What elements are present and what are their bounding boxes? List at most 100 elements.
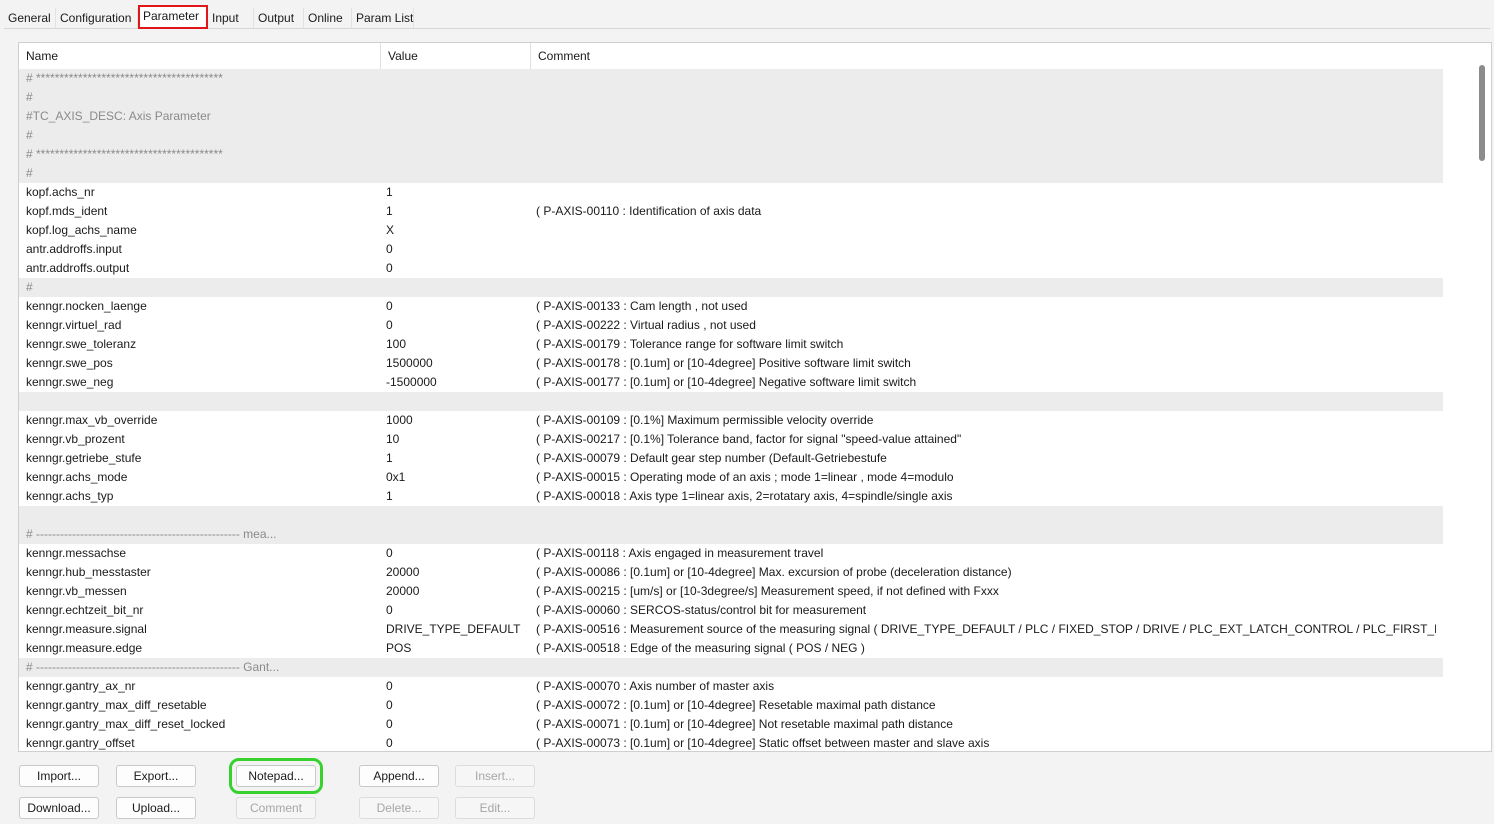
cell-name: #	[26, 166, 33, 180]
cell-name: antr.addroffs.input	[26, 242, 122, 256]
table-row[interactable]: kopf.achs_nr 1	[19, 183, 1443, 202]
edit-button[interactable]: Edit...	[455, 797, 535, 819]
column-header-comment[interactable]: Comment	[531, 43, 1443, 69]
cell-name: kenngr.achs_typ	[26, 489, 114, 503]
table-row[interactable]: kenngr.gantry_max_diff_resetable 0 ( P-AXI…	[19, 696, 1443, 715]
comment-button[interactable]: Comment	[236, 797, 316, 819]
table-row[interactable]: kenngr.getriebe_stufe 1 ( P-AXIS-00079 : D…	[19, 449, 1443, 468]
cell-name	[26, 392, 381, 411]
column-header-name[interactable]: Name	[19, 43, 381, 69]
cell-comment: ( P-AXIS-00217 : [0.1%] Tolerance band, …	[536, 432, 962, 446]
export-button[interactable]: Export...	[116, 765, 196, 787]
cell-comment	[536, 392, 1436, 411]
notepad-button[interactable]: Notepad...	[229, 758, 323, 794]
cell-name: kenngr.swe_neg	[26, 375, 114, 389]
table-row[interactable]: kenngr.nocken_laenge 0 ( P-AXIS-00133 : Ca…	[19, 297, 1443, 316]
scrollbar-thumb[interactable]	[1479, 65, 1485, 161]
cell-comment	[536, 183, 1436, 202]
cell-comment	[536, 259, 1436, 278]
cell-comment: ( P-AXIS-00086 : [0.1um] or [10-4degree]…	[536, 565, 1012, 579]
parameter-table[interactable]: Name Value Comment # *******************…	[18, 42, 1492, 752]
cell-comment: ( P-AXIS-00060 : SERCOS-status/control b…	[536, 603, 867, 617]
tab-input[interactable]: Input	[208, 8, 254, 28]
table-row[interactable]: kopf.mds_ident 1 ( P-AXIS-00110 : Identifi…	[19, 202, 1443, 221]
table-row[interactable]: kenngr.messachse 0 ( P-AXIS-00118 : Axis e…	[19, 544, 1443, 563]
upload-button[interactable]: Upload...	[116, 797, 196, 819]
table-row[interactable]: #	[19, 88, 1443, 107]
cell-comment: ( P-AXIS-00179 : Tolerance range for sof…	[536, 337, 844, 351]
cell-value: 1	[386, 451, 393, 465]
insert-button[interactable]: Insert...	[455, 765, 535, 787]
table-row[interactable]	[19, 506, 1443, 525]
table-row[interactable]: kenngr.swe_neg -1500000 ( P-AXIS-00177 : […	[19, 373, 1443, 392]
tab-parameter[interactable]: Parameter	[138, 5, 208, 29]
cell-value: 10	[386, 432, 400, 446]
cell-name: kenngr.virtuel_rad	[26, 318, 122, 332]
cell-comment: ( P-AXIS-00109 : [0.1%] Maximum permissi…	[536, 413, 874, 427]
table-row[interactable]: kenngr.swe_toleranz 100 ( P-AXIS-00179 : T…	[19, 335, 1443, 354]
cell-comment: ( P-AXIS-00118 : Axis engaged in measure…	[536, 546, 824, 560]
cell-value: 1	[386, 204, 393, 218]
cell-name: antr.addroffs.output	[26, 261, 130, 275]
import-button[interactable]: Import...	[19, 765, 99, 787]
cell-comment: ( P-AXIS-00015 : Operating mode of an ax…	[536, 470, 954, 484]
table-row[interactable]: kenngr.gantry_ax_nr 0 ( P-AXIS-00070 : Axi…	[19, 677, 1443, 696]
cell-value: 0	[386, 736, 393, 750]
table-row[interactable]: kenngr.measure.signal DRIVE_TYPE_DEFAULT (…	[19, 620, 1443, 639]
cell-value	[386, 278, 531, 297]
cell-name: kenngr.vb_prozent	[26, 432, 125, 446]
cell-value: 1000	[386, 413, 413, 427]
table-row[interactable]: #	[19, 164, 1443, 183]
cell-value	[386, 145, 531, 164]
table-row[interactable]: kenngr.achs_mode 0x1 ( P-AXIS-00015 : Oper…	[19, 468, 1443, 487]
cell-comment: ( P-AXIS-00133 : Cam length , not used	[536, 299, 748, 313]
tab-param-list[interactable]: Param List	[352, 8, 414, 28]
table-row[interactable]: kenngr.vb_prozent 10 ( P-AXIS-00217 : [0.1…	[19, 430, 1443, 449]
tab-configuration[interactable]: Configuration	[56, 8, 138, 28]
table-row[interactable]: kenngr.echtzeit_bit_nr 0 ( P-AXIS-00060 : …	[19, 601, 1443, 620]
cell-comment: ( P-AXIS-00070 : Axis number of master a…	[536, 679, 775, 693]
table-row[interactable]: kenngr.vb_messen 20000 ( P-AXIS-00215 : [u…	[19, 582, 1443, 601]
table-row[interactable]: kenngr.achs_typ 1 ( P-AXIS-00018 : Axis ty…	[19, 487, 1443, 506]
tab-general[interactable]: General	[4, 8, 56, 28]
tab-output[interactable]: Output	[254, 8, 304, 28]
vertical-scrollbar[interactable]	[1479, 51, 1489, 745]
cell-value: 0x1	[386, 470, 406, 484]
table-row[interactable]: kenngr.max_vb_override 1000 ( P-AXIS-00109…	[19, 411, 1443, 430]
table-row[interactable]: # **************************************…	[19, 69, 1443, 88]
table-row[interactable]: # --------------------------------------…	[19, 658, 1443, 677]
table-row[interactable]: antr.addroffs.output 0	[19, 259, 1443, 278]
append-button[interactable]: Append...	[359, 765, 439, 787]
table-row[interactable]: kenngr.swe_pos 1500000 ( P-AXIS-00178 : [0…	[19, 354, 1443, 373]
cell-comment	[536, 88, 1436, 107]
cell-comment: ( P-AXIS-00018 : Axis type 1=linear axis…	[536, 489, 953, 503]
cell-name: kopf.log_achs_name	[26, 223, 137, 237]
table-row[interactable]: #	[19, 278, 1443, 297]
download-button[interactable]: Download...	[19, 797, 99, 819]
cell-comment	[536, 126, 1436, 145]
table-row[interactable]	[19, 392, 1443, 411]
table-row[interactable]: kenngr.hub_messtaster 20000 ( P-AXIS-00086…	[19, 563, 1443, 582]
table-row[interactable]: kenngr.virtuel_rad 0 ( P-AXIS-00222 : Virt…	[19, 316, 1443, 335]
table-row[interactable]: # **************************************…	[19, 145, 1443, 164]
table-row[interactable]: kenngr.gantry_max_diff_reset_locked 0 ( P-…	[19, 715, 1443, 734]
table-row[interactable]: #	[19, 126, 1443, 145]
cell-comment	[536, 240, 1436, 259]
table-row[interactable]: antr.addroffs.input 0	[19, 240, 1443, 259]
table-row[interactable]: # --------------------------------------…	[19, 525, 1443, 544]
table-row[interactable]: kopf.log_achs_name X	[19, 221, 1443, 240]
cell-name: kopf.mds_ident	[26, 204, 108, 218]
cell-value: 0	[386, 679, 393, 693]
tab-online[interactable]: Online	[304, 8, 352, 28]
cell-value: 0	[386, 698, 393, 712]
cell-value: 0	[386, 299, 393, 313]
cell-value: 0	[386, 717, 393, 731]
table-row[interactable]: kenngr.gantry_offset 0 ( P-AXIS-00073 : [0…	[19, 734, 1443, 751]
cell-name: #	[26, 128, 33, 142]
cell-name: kenngr.measure.edge	[26, 641, 143, 655]
table-row[interactable]: kenngr.measure.edge POS ( P-AXIS-00518 : E…	[19, 639, 1443, 658]
delete-button[interactable]: Delete...	[359, 797, 439, 819]
table-row[interactable]: #TC_AXIS_DESC: Axis Parameter	[19, 107, 1443, 126]
cell-name: kenngr.vb_messen	[26, 584, 127, 598]
column-header-value[interactable]: Value	[381, 43, 531, 69]
